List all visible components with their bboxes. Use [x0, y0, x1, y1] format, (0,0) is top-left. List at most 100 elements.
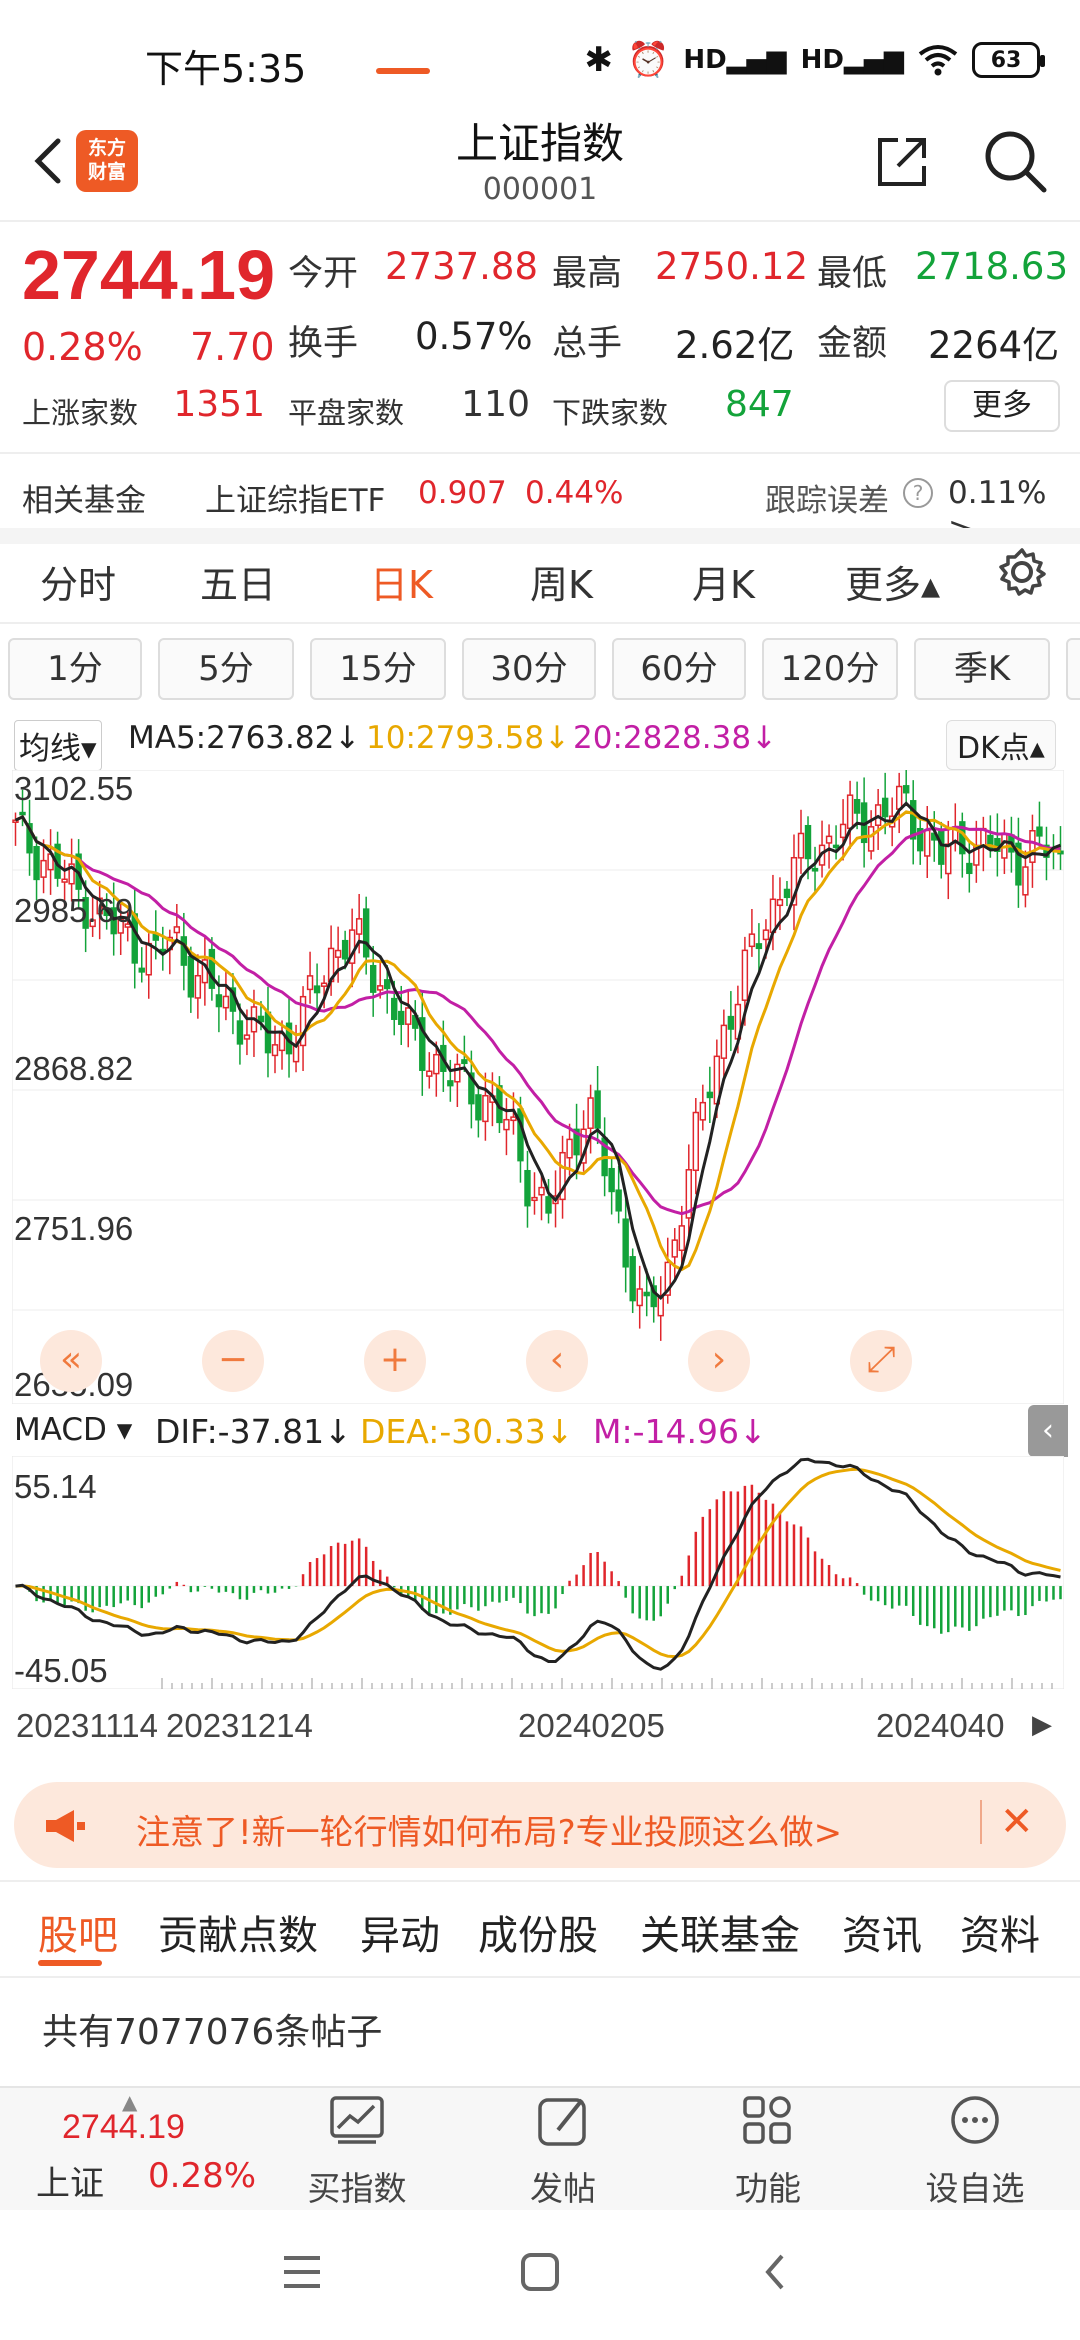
kline-chart[interactable] [12, 770, 1064, 1404]
tab-timeshare[interactable]: 分时 [40, 554, 116, 609]
zoom-in-icon[interactable]: + [364, 1330, 426, 1392]
candle-body [706, 1091, 714, 1099]
back-nav-icon[interactable] [760, 2252, 790, 2292]
candle-body [545, 1196, 552, 1214]
fullscreen-icon[interactable]: ⤢ [850, 1330, 912, 1392]
tab-60min[interactable]: 60分 [612, 638, 746, 700]
tab-guba[interactable]: 股吧 [38, 1903, 118, 1961]
signal-icon: HD▂▄▆ [800, 45, 904, 75]
m-value: M:-14.96↓ [593, 1412, 767, 1451]
tab-30min[interactable]: 30分 [462, 638, 596, 700]
volume-value: 2.62亿 [675, 324, 795, 367]
collapse-icon[interactable]: ‹ [1028, 1405, 1068, 1457]
indicator-selector[interactable]: MACD ▾ [14, 1412, 132, 1448]
candle-body [678, 1225, 685, 1252]
dea-value: DEA:-30.33↓ [360, 1412, 574, 1451]
tab-daily-k[interactable]: 日K [370, 554, 433, 609]
buy-index-label[interactable]: 买指数 [287, 2162, 427, 2210]
macd-chart[interactable] [12, 1456, 1064, 1689]
candle-body [475, 1094, 482, 1121]
tab-15min[interactable]: 15分 [310, 638, 446, 700]
add-watchlist-label[interactable]: 设自选 [905, 2162, 1045, 2210]
candle-body [355, 918, 363, 935]
candle-body [398, 1010, 405, 1025]
candle-body [615, 1189, 622, 1212]
candle-body [839, 823, 847, 839]
candle-body [776, 898, 784, 907]
candle-body [40, 859, 47, 878]
tab-weekly-k[interactable]: 周K [530, 554, 593, 609]
more-button[interactable]: 更多 [944, 380, 1060, 432]
candle-body [594, 1090, 601, 1129]
zoom-out-icon[interactable]: − [202, 1330, 264, 1392]
tab-5min[interactable]: 5分 [158, 638, 294, 700]
tab-related-funds[interactable]: 关联基金 [640, 1903, 800, 1961]
tab-1min[interactable]: 1分 [8, 638, 142, 700]
candle-body [369, 964, 377, 993]
grid-icon[interactable] [713, 2094, 823, 2150]
tab-monthly-k[interactable]: 月K [692, 554, 755, 609]
candle-body [215, 994, 223, 1008]
candle-body [741, 949, 749, 1001]
share-icon[interactable] [870, 130, 934, 194]
edit-icon[interactable] [508, 2094, 618, 2150]
active-tab-indicator [376, 68, 430, 74]
candle-body [313, 985, 321, 994]
candle-body [762, 929, 770, 941]
post-label[interactable]: 发帖 [493, 2162, 633, 2210]
prev-icon[interactable]: ‹ [526, 1330, 588, 1392]
toolbar-index-name[interactable]: 上证 [36, 2156, 104, 2205]
change-amount: 7.70 [190, 325, 275, 369]
candle-body [966, 862, 973, 875]
candle-body [867, 826, 875, 852]
tab-overflow[interactable] [1066, 638, 1080, 700]
system-nav-bar [0, 2210, 1080, 2340]
alarm-icon: ⏰ [627, 40, 670, 80]
candle-body [447, 1080, 454, 1087]
low-label: 最低 [817, 254, 888, 294]
candle-body [292, 1045, 300, 1063]
turnover-label: 换手 [288, 324, 359, 364]
function-label[interactable]: 功能 [698, 2162, 838, 2210]
more-dots-icon[interactable] [920, 2094, 1030, 2150]
tab-contribution[interactable]: 贡献点数 [158, 1903, 318, 1961]
change-percent: 0.28% [22, 325, 143, 369]
tab-120min[interactable]: 120分 [762, 638, 898, 700]
tab-constituents[interactable]: 成份股 [478, 1903, 598, 1961]
rewind-icon[interactable]: « [40, 1330, 102, 1392]
ma-selector[interactable]: 均线▾ [14, 720, 102, 771]
candle-body [194, 974, 202, 999]
y-axis-label: 2985.69 [14, 892, 134, 929]
candle-body [755, 943, 763, 950]
help-icon[interactable]: ? [903, 478, 933, 508]
tab-more[interactable]: 更多▴ [845, 554, 940, 609]
candle-body [334, 949, 342, 958]
toolbar-price[interactable]: 2744.19 [62, 2108, 185, 2147]
tab-five-day[interactable]: 五日 [200, 554, 276, 609]
tab-profile[interactable]: 资料 [960, 1903, 1040, 1961]
close-icon[interactable]: ✕ [980, 1800, 1034, 1844]
chart-icon[interactable] [302, 2094, 412, 2150]
toolbar-percent[interactable]: 0.28% [148, 2156, 256, 2196]
ma5-value: MA5:2763.82↓ [128, 720, 361, 756]
promo-text[interactable]: 注意了!新一轮行情如何布局?专业投顾这么做> [136, 1805, 842, 1854]
scroll-right-icon[interactable]: ▶ [1020, 1703, 1064, 1747]
home-icon[interactable] [520, 2252, 560, 2292]
next-icon[interactable]: › [688, 1330, 750, 1392]
related-fund-name[interactable]: 上证综指ETF [205, 475, 385, 520]
candle-body [629, 1256, 636, 1302]
candle-body [692, 1111, 700, 1172]
search-icon[interactable] [980, 126, 1050, 196]
candle-body [1036, 826, 1043, 837]
candle-body [320, 982, 328, 987]
tab-quarterly-k[interactable]: 季K [914, 638, 1050, 700]
y-axis-label: 3102.55 [14, 770, 134, 807]
candle-body [902, 785, 910, 794]
tab-news[interactable]: 资讯 [842, 1903, 922, 1961]
tab-anomaly[interactable]: 异动 [360, 1903, 440, 1961]
low-value: 2718.63 [915, 245, 1069, 288]
dk-point-selector[interactable]: DK点▴ [946, 720, 1056, 770]
y-axis-label: 2868.82 [14, 1050, 134, 1087]
menu-icon[interactable] [282, 2254, 322, 2290]
gear-icon[interactable] [996, 546, 1048, 598]
